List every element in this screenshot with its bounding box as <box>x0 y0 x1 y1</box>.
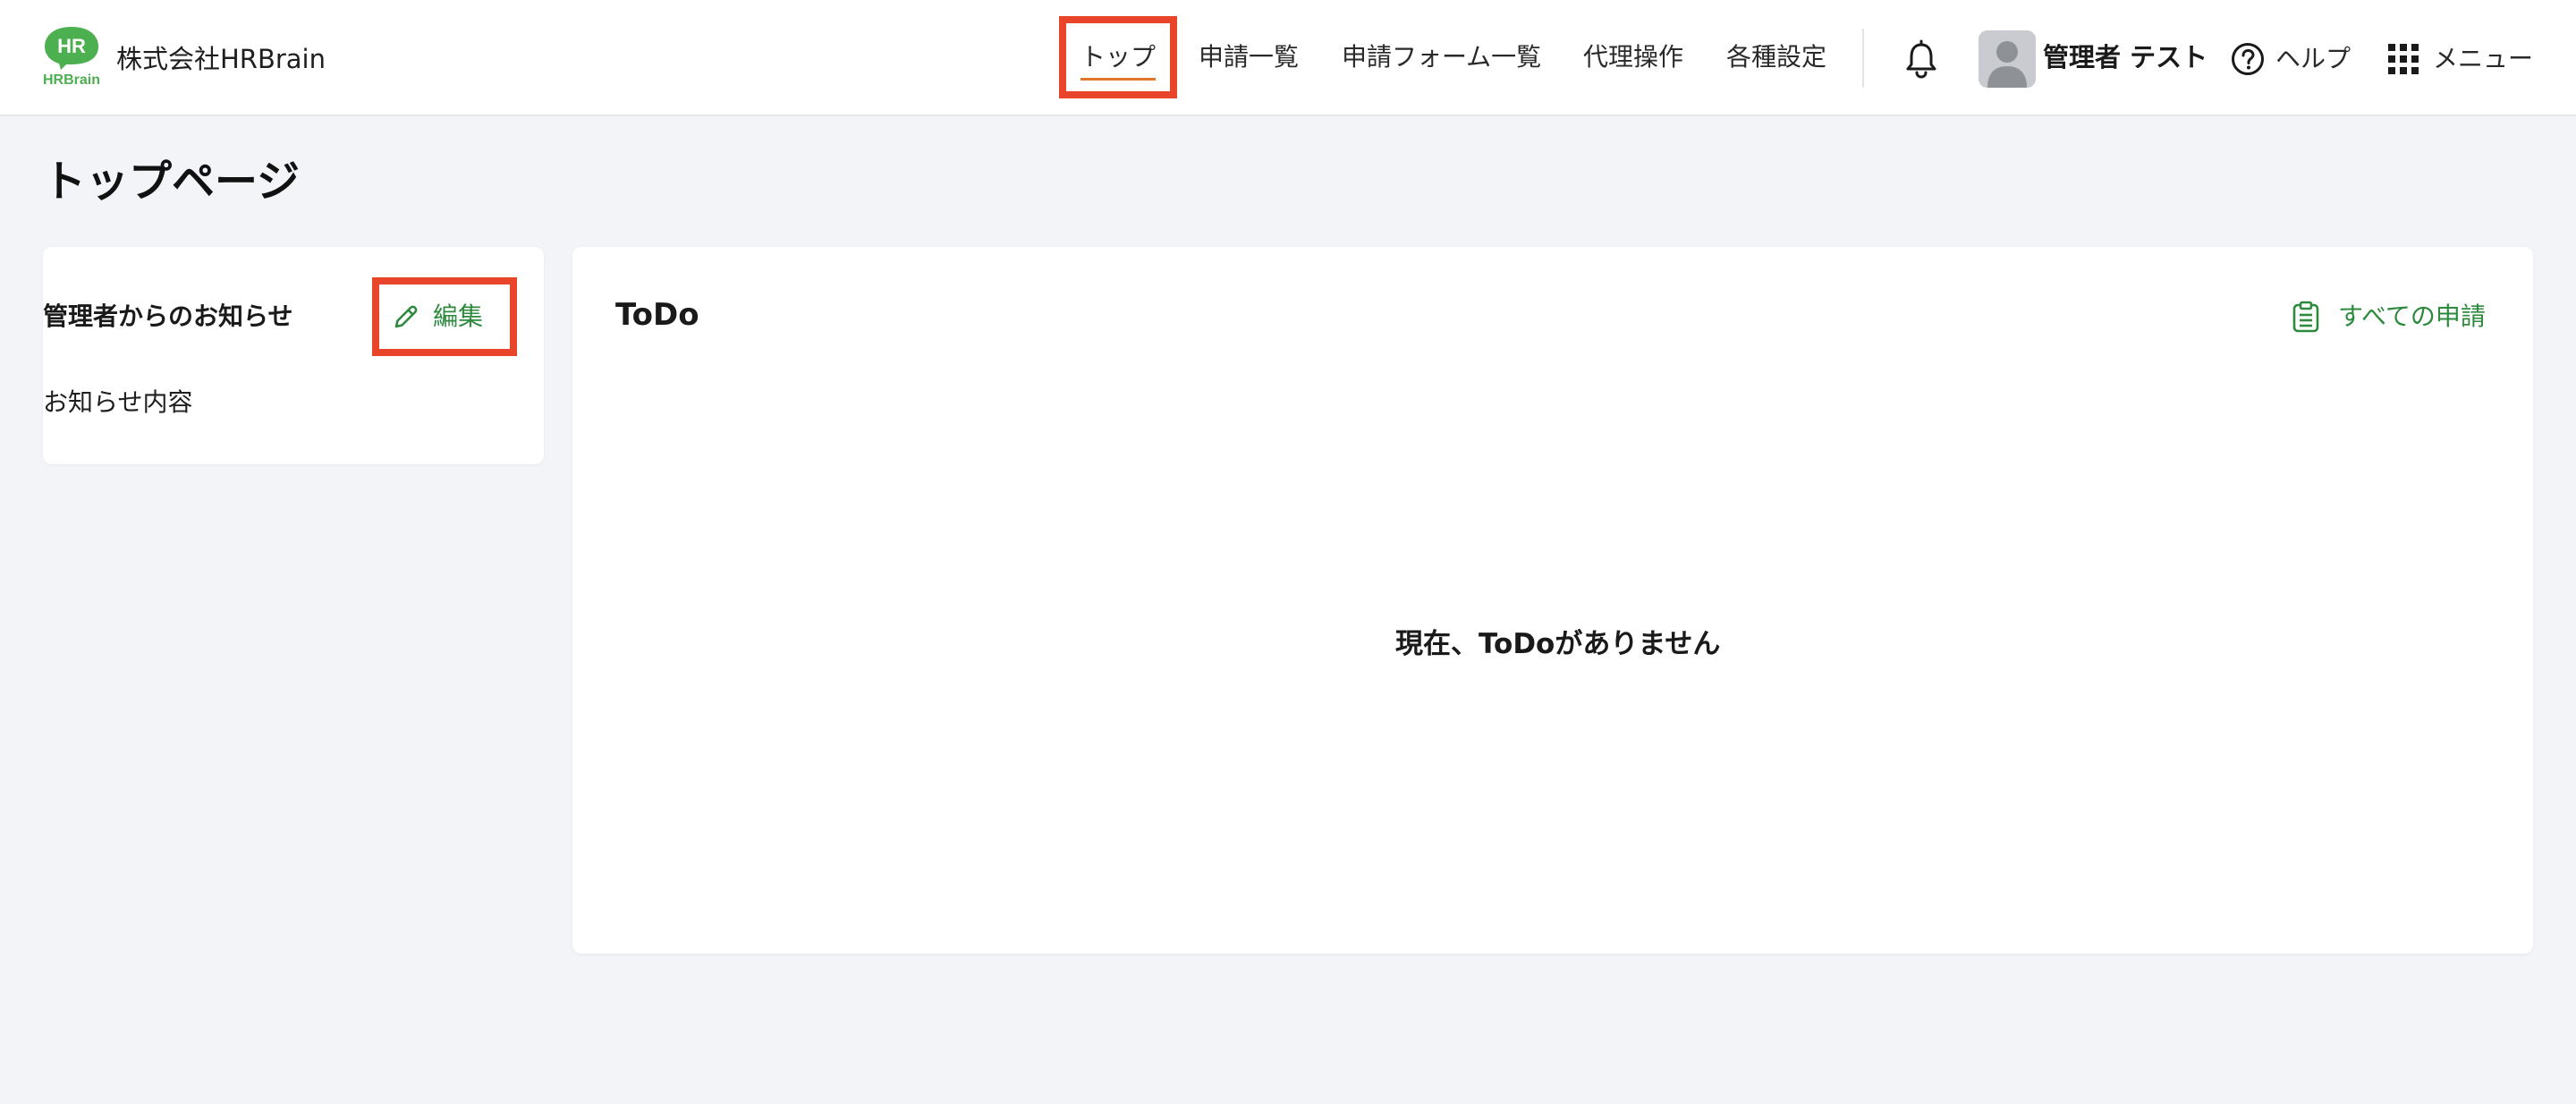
nav-item-top[interactable]: トップ <box>1080 39 1157 81</box>
menu-label: メニュー <box>2433 44 2534 73</box>
page-title: トップページ <box>43 157 301 207</box>
nav-item-settings[interactable]: 各種設定 <box>1726 39 1826 75</box>
header-divider <box>1862 29 1864 88</box>
help-button[interactable]: ヘルプ <box>2231 39 2351 79</box>
pencil-icon <box>394 305 418 328</box>
edit-button[interactable]: 編集 <box>392 299 483 335</box>
notice-title: 管理者からのお知らせ <box>43 301 293 331</box>
avatar[interactable] <box>1979 30 2036 88</box>
edit-label: 編集 <box>433 301 484 331</box>
nav-item-request-form-list[interactable]: 申請フォーム一覧 <box>1342 39 1541 75</box>
all-requests-link[interactable]: すべての申請 <box>2292 299 2486 335</box>
grid-menu-icon <box>2388 44 2419 74</box>
hrbrain-logo[interactable]: HR HRBrain <box>41 25 102 88</box>
user-name[interactable]: 管理者 テスト <box>2043 39 2207 75</box>
notice-card <box>43 247 544 464</box>
nav-item-proxy-operation[interactable]: 代理操作 <box>1583 39 1683 75</box>
clipboard-icon <box>2292 301 2319 333</box>
todo-empty-message: 現在、ToDoがありません <box>1395 628 1721 660</box>
company-name: 株式会社HRBrain <box>116 44 326 74</box>
todo-card <box>572 247 2533 954</box>
logo-top-text: HR <box>57 35 86 57</box>
top-header: HR HRBrain 株式会社HRBrain トップ 申請一覧 申請フォーム一覧… <box>0 0 2576 116</box>
all-requests-label: すべての申請 <box>2338 301 2486 331</box>
help-icon <box>2232 43 2264 75</box>
logo-bottom-text: HRBrain <box>43 72 100 86</box>
help-label: ヘルプ <box>2275 44 2351 73</box>
bell-icon[interactable] <box>1903 39 1939 79</box>
notice-content: お知らせ内容 <box>43 387 193 417</box>
nav-item-request-list[interactable]: 申請一覧 <box>1199 39 1299 75</box>
menu-button[interactable]: メニュー <box>2388 39 2533 79</box>
todo-title: ToDo <box>615 297 699 333</box>
